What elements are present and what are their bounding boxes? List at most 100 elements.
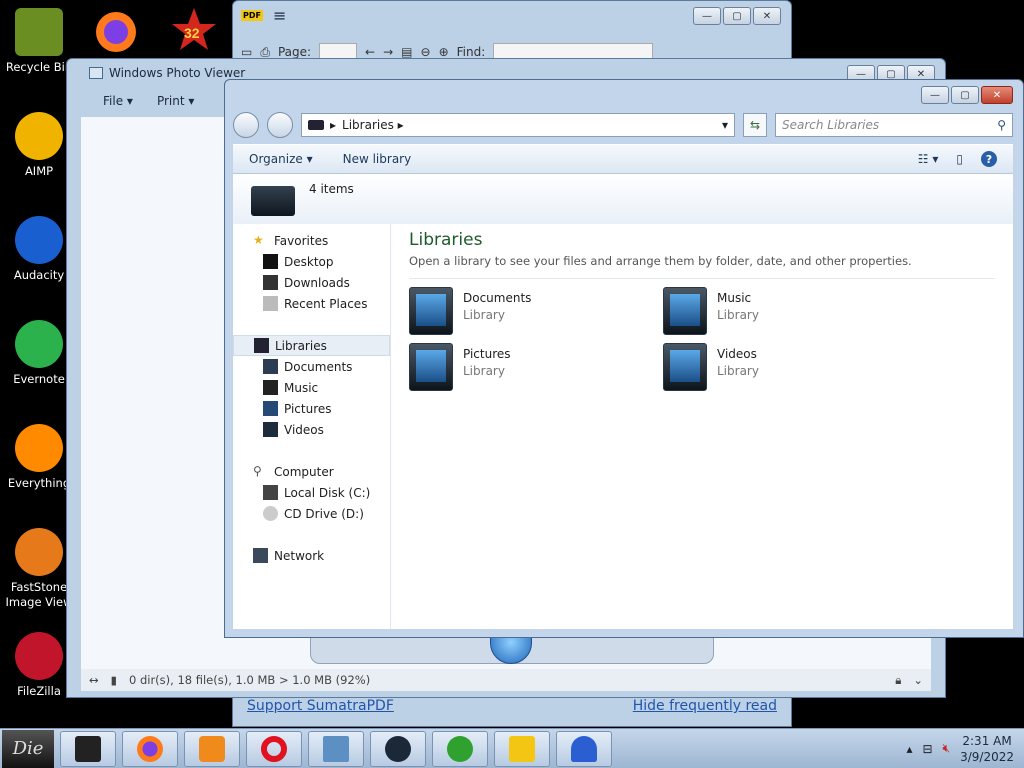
item-count: 4 items (309, 182, 354, 196)
address-dropdown-icon[interactable]: ▾ (722, 118, 728, 132)
back-button[interactable] (233, 112, 259, 138)
desktop-icon-faststone-image-view[interactable]: FastStone Image View (2, 528, 76, 610)
file-menu[interactable]: File ▾ (103, 94, 133, 108)
start-button[interactable]: Die (2, 729, 54, 768)
hamburger-menu-icon[interactable]: ≡ (273, 6, 286, 25)
cd-drive-icon (263, 506, 278, 521)
taskbar-opera[interactable] (246, 730, 302, 767)
library-content: Libraries Open a library to see your fil… (391, 224, 1013, 629)
volume-muted-icon[interactable]: 🔇︎ (943, 741, 951, 756)
nav-lib-music[interactable]: Music (233, 377, 390, 398)
network-tray-icon[interactable]: ⊟ (922, 742, 932, 756)
explorer-maximize-button[interactable]: ▢ (951, 86, 979, 104)
videos-icon (263, 422, 278, 437)
chevron-down-icon[interactable]: ⌄ (913, 673, 931, 687)
layout-icon[interactable]: ▤ (401, 45, 412, 59)
minimize-button[interactable]: — (693, 7, 721, 25)
taskbar-firefox[interactable] (122, 730, 178, 767)
local-disk-icon (263, 485, 278, 500)
zoom-in-icon[interactable]: ⊕ (439, 45, 449, 59)
nav-lib-videos[interactable]: Videos (233, 419, 390, 440)
desktop-icon-filezilla[interactable]: FileZilla (2, 632, 76, 699)
support-sumatrapdf-link[interactable]: Support SumatraPDF (247, 698, 394, 714)
search-input[interactable]: Search Libraries ⚲ (775, 113, 1013, 137)
back-arrow-icon[interactable]: ← (365, 45, 375, 59)
network-icon (253, 548, 268, 563)
desktop-icon-aimp[interactable]: AIMP (2, 112, 76, 179)
nav-computer[interactable]: ⚲ Computer (233, 461, 390, 482)
maximize-button[interactable]: ▢ (723, 7, 751, 25)
open-folder-icon[interactable]: ▭ (241, 45, 252, 59)
library-pictures[interactable]: Pictures Library (409, 343, 663, 391)
zoom-out-icon[interactable]: ⊖ (421, 45, 431, 59)
organize-button[interactable]: Organize ▾ (249, 152, 313, 166)
preview-pane-icon[interactable]: ▯ (956, 152, 963, 166)
show-hidden-icons-icon[interactable]: ▴ (906, 742, 912, 756)
forward-arrow-icon[interactable]: → (383, 45, 393, 59)
new-library-button[interactable]: New library (343, 152, 412, 166)
hide-frequently-read-link[interactable]: Hide frequently read (633, 698, 777, 714)
audacity-icon (15, 216, 63, 264)
photo-viewer-title: Windows Photo Viewer (109, 66, 246, 80)
desktop-icon-everything[interactable]: Everything (2, 424, 76, 491)
help-icon[interactable]: ? (981, 151, 997, 167)
content-subtitle: Open a library to see your files and arr… (409, 254, 995, 279)
explorer-minimize-button[interactable]: — (921, 86, 949, 104)
nav-recent-places[interactable]: Recent Places (233, 293, 390, 314)
desktop-icon-evernote[interactable]: Evernote (2, 320, 76, 387)
taskbar-photo-viewer[interactable] (308, 730, 364, 767)
pdf-icon: PDF (241, 9, 263, 21)
peas-icon (447, 735, 473, 762)
clock[interactable]: 2:31 AM 3/9/2022 (960, 733, 1014, 765)
search-icon[interactable]: ⚲ (997, 118, 1006, 132)
app-32-desktop-icon[interactable]: 32 (170, 6, 218, 54)
refresh-button[interactable]: ⇆ (743, 113, 767, 137)
breadcrumb[interactable]: Libraries ▸ (342, 118, 716, 132)
nav-libraries[interactable]: Libraries (233, 335, 390, 356)
nav-favorites[interactable]: ★ Favorites (233, 230, 390, 251)
close-button[interactable]: ✕ (753, 7, 781, 25)
print-menu[interactable]: Print ▾ (157, 94, 194, 108)
nav-lib-pictures[interactable]: Pictures (233, 398, 390, 419)
taskbar-media-player[interactable] (184, 730, 240, 767)
system-tray: ▴ ⊟ 🔇︎ 2:31 AM 3/9/2022 (906, 733, 1024, 765)
view-options-icon[interactable]: ☷ ▾ (918, 152, 939, 166)
nav-downloads[interactable]: Downloads (233, 272, 390, 293)
explorer-close-button[interactable]: ✕ (981, 86, 1013, 104)
photo-viewer-icon (89, 67, 103, 79)
faststone-eye-icon (15, 528, 63, 576)
taskbar-sumatra[interactable] (494, 730, 550, 767)
nav-cd-drive[interactable]: CD Drive (D:) (233, 503, 390, 524)
lock-icon[interactable]: 🔒︎ (895, 673, 901, 688)
music-library-icon (663, 287, 707, 335)
taskbar: Die ▴ ⊟ 🔇︎ 2:31 AM 3/9/2022 (0, 728, 1024, 768)
forward-button[interactable] (267, 112, 293, 138)
library-videos[interactable]: Videos Library (663, 343, 917, 391)
opera-icon (261, 735, 287, 762)
resize-arrows-icon[interactable]: ↔ (89, 673, 99, 687)
taskbar-steam[interactable] (370, 730, 426, 767)
library-documents[interactable]: Documents Library (409, 287, 663, 335)
desktop-icon-label: AIMP (24, 164, 54, 178)
status-text: 0 dir(s), 18 file(s), 1.0 MB > 1.0 MB (9… (128, 673, 371, 687)
music-icon (263, 380, 278, 395)
nav-desktop[interactable]: Desktop (233, 251, 390, 272)
nav-local-disk[interactable]: Local Disk (C:) (233, 482, 390, 503)
explorer-window[interactable]: — ▢ ✕ ▸ Libraries ▸ ▾ ⇆ Search Libraries… (224, 79, 1024, 638)
desktop-icon-label: Evernote (13, 372, 65, 386)
libraries-large-icon (251, 186, 295, 216)
steam-icon (385, 735, 411, 762)
desktop-icon-recycle-bin[interactable]: Recycle Bin (2, 8, 76, 75)
nav-network[interactable]: Network (233, 545, 390, 566)
firefox-desktop-icon[interactable] (92, 6, 140, 54)
navigation-pane: ★ Favorites Desktop Downloads Recent Plac… (233, 224, 391, 629)
taskbar-peas[interactable] (432, 730, 488, 767)
nav-lib-documents[interactable]: Documents (233, 356, 390, 377)
taskbar-app[interactable] (556, 730, 612, 767)
desktop-icon-audacity[interactable]: Audacity (2, 216, 76, 283)
library-music[interactable]: Music Library (663, 287, 917, 335)
address-bar[interactable]: ▸ Libraries ▸ ▾ (301, 113, 735, 137)
photo-viewer-icon (323, 735, 349, 762)
breadcrumb-arrow-icon[interactable]: ▸ (330, 118, 336, 132)
taskbar-terminal[interactable] (60, 730, 116, 767)
